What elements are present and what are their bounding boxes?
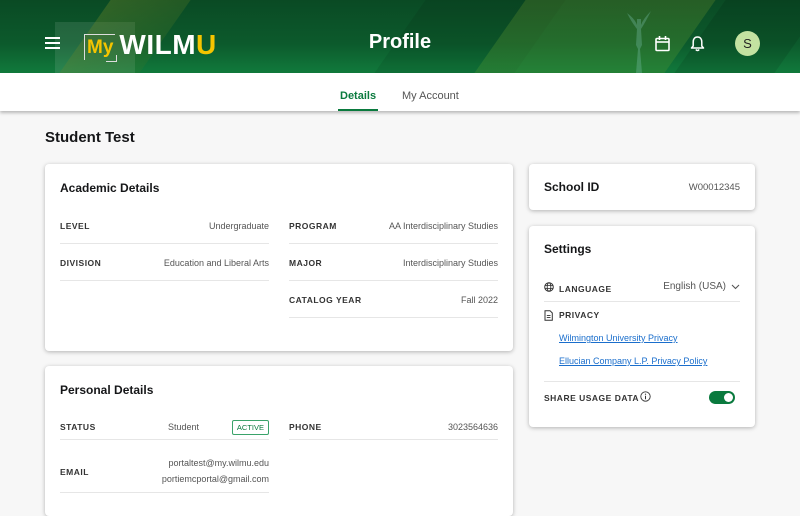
detail-row-major: MAJOR Interdisciplinary Studies bbox=[289, 244, 498, 281]
detail-row-catalog-year: CATALOG YEAR Fall 2022 bbox=[289, 281, 498, 318]
program-value: AA Interdisciplinary Studies bbox=[388, 221, 498, 231]
level-value: Undergraduate bbox=[208, 221, 269, 231]
language-row: LANGUAGE English (USA) bbox=[544, 276, 740, 302]
personal-details-title: Personal Details bbox=[60, 383, 154, 397]
detail-row-level: LEVEL Undergraduate bbox=[60, 207, 269, 244]
phone-label: PHONE bbox=[289, 422, 322, 432]
status-badge: ACTIVE bbox=[231, 420, 269, 435]
division-value: Education and Liberal Arts bbox=[163, 258, 269, 268]
tab-my-account[interactable]: My Account bbox=[402, 73, 459, 111]
globe-icon bbox=[544, 282, 554, 292]
academic-details-title: Academic Details bbox=[60, 181, 160, 195]
share-usage-toggle[interactable] bbox=[709, 391, 735, 404]
menu-button[interactable] bbox=[45, 37, 60, 50]
detail-row-phone: PHONE 3023564636 bbox=[289, 409, 498, 440]
calendar-icon[interactable] bbox=[654, 35, 671, 52]
logo-u: U bbox=[196, 29, 217, 60]
school-id-label: School ID bbox=[544, 180, 600, 194]
status-label: STATUS bbox=[60, 422, 96, 432]
academic-details-card: Academic Details LEVEL Undergraduate DIV… bbox=[45, 164, 513, 351]
profile-tabs: Details My Account bbox=[0, 73, 800, 111]
school-id-value: W00012345 bbox=[688, 182, 740, 193]
program-label: PROGRAM bbox=[289, 221, 337, 231]
detail-row-division: DIVISION Education and Liberal Arts bbox=[60, 244, 269, 281]
share-usage-label: SHARE USAGE DATA bbox=[544, 393, 640, 403]
catalog-year-value: Fall 2022 bbox=[460, 295, 498, 305]
document-icon bbox=[544, 310, 553, 321]
logo-my: My bbox=[84, 34, 118, 62]
email-link-secondary[interactable]: portiemcportal@gmail.com bbox=[162, 474, 269, 484]
major-label: MAJOR bbox=[289, 258, 323, 268]
user-avatar[interactable]: S bbox=[735, 31, 760, 56]
language-value: English (USA) bbox=[663, 281, 726, 292]
detail-row-program: PROGRAM AA Interdisciplinary Studies bbox=[289, 207, 498, 244]
app-header: My WILM U Profile S bbox=[0, 0, 800, 73]
phone-link[interactable]: 3023564636 bbox=[448, 422, 498, 432]
major-value: Interdisciplinary Studies bbox=[402, 258, 498, 268]
division-label: DIVISION bbox=[60, 258, 102, 268]
info-icon[interactable] bbox=[640, 391, 651, 402]
privacy-label: PRIVACY bbox=[559, 310, 600, 320]
logo-wilm: WILM bbox=[119, 29, 197, 60]
privacy-row: PRIVACY Wilmington University Privacy El… bbox=[544, 308, 740, 382]
email-link-primary[interactable]: portaltest@my.wilmu.edu bbox=[168, 458, 269, 468]
bell-icon[interactable] bbox=[689, 35, 706, 52]
detail-row-email: EMAIL portaltest@my.wilmu.edu portiemcpo… bbox=[60, 440, 269, 493]
student-name: Student Test bbox=[45, 129, 135, 146]
tab-details[interactable]: Details bbox=[337, 73, 379, 111]
personal-details-card: Personal Details STATUS Student ACTIVE E… bbox=[45, 366, 513, 516]
detail-row-status: STATUS Student ACTIVE bbox=[60, 409, 269, 440]
status-value: Student bbox=[167, 422, 199, 432]
mywilmu-logo[interactable]: My WILM U bbox=[84, 29, 217, 62]
share-usage-row: SHARE USAGE DATA bbox=[544, 388, 740, 408]
statue-silhouette bbox=[627, 11, 651, 73]
language-select[interactable]: English (USA) bbox=[663, 281, 740, 292]
catalog-year-label: CATALOG YEAR bbox=[289, 295, 362, 305]
level-label: LEVEL bbox=[60, 221, 90, 231]
ellucian-privacy-link[interactable]: Ellucian Company L.P. Privacy Policy bbox=[559, 356, 707, 366]
wilmington-privacy-link[interactable]: Wilmington University Privacy bbox=[559, 333, 678, 343]
school-id-card: School ID W00012345 bbox=[529, 164, 755, 210]
chevron-down-icon bbox=[731, 284, 740, 289]
settings-title: Settings bbox=[544, 242, 592, 256]
language-label: LANGUAGE bbox=[559, 284, 612, 294]
settings-card: Settings LANGUAGE English (USA) PRIVACY … bbox=[529, 226, 755, 427]
email-label: EMAIL bbox=[60, 467, 89, 477]
